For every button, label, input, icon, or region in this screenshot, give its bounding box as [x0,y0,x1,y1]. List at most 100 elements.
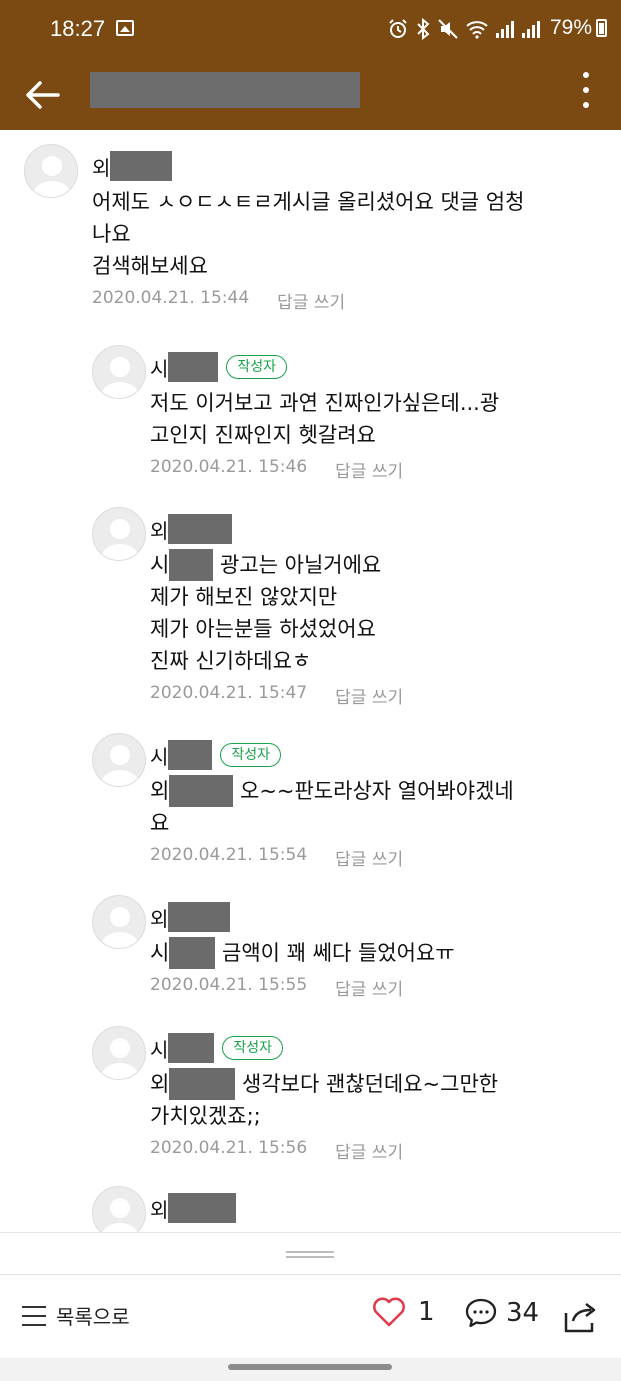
avatar[interactable] [92,733,146,787]
comment-reply-item: 외 시 금액이 꽤 쎄다 들었어요ㅠ 2020.04.21. 15:55 답글 … [92,895,612,1015]
comment-text: 어제도 ㅅㅇㄷㅅㅌㄹ게시글 올리셨어요 댓글 엄청 나요 검색해보세요 [92,190,525,278]
comment-count: 34 [506,1298,540,1328]
avatar[interactable] [92,507,146,561]
share-icon [564,1303,596,1333]
comment-text: 외 생각보다 괜찮던데요~그만한 가치있겠죠;; [150,1068,621,1132]
default-avatar-icon [101,519,139,560]
avatar[interactable] [92,345,146,399]
comment-author[interactable]: 시 작성자 [150,352,621,382]
mention-prefix: 외 [150,1072,170,1096]
wifi-icon [466,21,488,39]
default-avatar-icon [102,1198,138,1232]
signal-icon [522,21,540,38]
comment-date: 2020.04.21. 15:46 [150,457,308,477]
comment-author[interactable]: 외 [92,151,572,181]
author-badge: 작성자 [226,355,288,379]
like-count: 1 [418,1297,435,1327]
redacted-nickname [168,740,213,770]
default-avatar-icon [101,745,139,786]
avatar[interactable] [92,1186,146,1232]
nickname: 시 [150,744,169,769]
redacted-nickname [168,514,233,544]
battery-status: 79% [550,16,607,40]
status-bar: 18:27 79% [0,0,621,60]
reply-button[interactable]: 답글 쓰기 [335,683,403,708]
default-avatar-icon [101,1038,139,1079]
more-options-button[interactable] [579,72,593,108]
home-gesture-pill[interactable] [228,1364,392,1370]
comment-author[interactable]: 시 작성자 [150,1033,621,1063]
avatar[interactable] [92,1026,146,1080]
comment-date: 2020.04.21. 15:44 [92,288,250,308]
mention-tag[interactable]: 시 [150,549,214,581]
comment-author[interactable]: 시 작성자 [150,740,621,770]
status-time: 18:27 [50,16,106,41]
redacted-nickname [168,352,219,382]
mention-prefix: 외 [150,779,170,803]
bottom-action-bar: 목록으로 1 34 [0,1274,621,1358]
comment-text: 시 광고는 아닐거에요 제가 해보진 않았지만 제가 아는분들 하셨었어요 진짜… [150,549,621,677]
mention-tag[interactable]: 외 [150,1068,236,1100]
reply-button[interactable]: 답글 쓰기 [335,975,403,1000]
system-nav-bar [0,1358,621,1381]
mention-prefix: 시 [150,553,170,577]
avatar[interactable] [24,144,78,198]
redacted-title [90,72,360,108]
redacted-nickname [168,902,231,932]
like-button[interactable]: 1 [372,1297,435,1327]
battery-percent: 79% [549,16,592,39]
comment-date: 2020.04.21. 15:54 [150,845,308,865]
default-avatar-icon [101,907,139,948]
back-button[interactable] [20,72,66,118]
mute-icon [438,19,458,39]
share-button[interactable] [562,1299,600,1339]
reply-button[interactable]: 답글 쓰기 [335,845,403,870]
comment-bubble-icon [465,1298,497,1328]
heart-icon [373,1297,405,1327]
redacted-mention [169,937,216,969]
nickname: 외 [150,906,169,931]
hamburger-icon [22,1305,46,1326]
battery-icon [596,19,607,37]
reply-button[interactable]: 답글 쓰기 [277,288,345,313]
comment-date: 2020.04.21. 15:55 [150,975,308,995]
comments-button[interactable]: 34 [464,1297,539,1329]
comment-item: 외 어제도 ㅅㅇㄷㅅㅌㄹ게시글 올리셨어요 댓글 엄청 나요 검색해보세요 20… [24,144,604,334]
reply-button[interactable]: 답글 쓰기 [335,457,403,482]
nickname: 시 [150,1037,169,1062]
more-vert-dot [583,102,589,108]
nickname: 외 [150,518,169,543]
comment-reply-item: 시 작성자 외 생각보다 괜찮던데요~그만한 가치있겠죠;; 2020.04.2… [92,1026,612,1176]
image-icon [116,20,134,36]
comment-reply-item: 외 [92,1186,612,1232]
back-arrow-icon [26,81,60,109]
reply-button[interactable]: 답글 쓰기 [335,1138,403,1163]
redacted-mention [169,775,234,807]
default-avatar-icon [101,357,139,398]
comment-author[interactable]: 외 [150,514,621,544]
comment-author[interactable]: 외 [150,1193,621,1223]
comment-text: 시 금액이 꽤 쎄다 들었어요ㅠ [150,937,621,969]
signal-icon [496,21,514,38]
redacted-nickname [168,1033,215,1063]
mention-tag[interactable]: 시 [150,937,216,969]
author-badge: 작성자 [222,1036,284,1060]
comment-reply-item: 시 작성자 외 오~~판도라상자 열어봐야겠네 요 2020.04.21. 15… [92,733,612,883]
nickname: 시 [150,356,169,381]
redacted-nickname [168,1193,237,1223]
alarm-icon [389,19,407,38]
mention-tag[interactable]: 외 [150,775,234,807]
comment-text: 외 오~~판도라상자 열어봐야겠네 요 [150,775,621,839]
avatar[interactable] [92,895,146,949]
redacted-mention [169,549,214,581]
default-avatar-icon [33,156,71,197]
nickname: 외 [92,155,111,180]
comment-input-drag-area[interactable] [0,1232,621,1274]
comment-author[interactable]: 외 [150,902,621,932]
more-vert-icon [583,72,589,78]
bluetooth-icon [417,18,430,40]
comment-list: 외 어제도 ㅅㅇㄷㅅㅌㄹ게시글 올리셨어요 댓글 엄청 나요 검색해보세요 20… [0,130,621,1232]
back-to-list-button[interactable]: 목록으로 [22,1301,130,1330]
mention-prefix: 시 [150,941,170,965]
drag-handle[interactable] [286,1251,334,1258]
